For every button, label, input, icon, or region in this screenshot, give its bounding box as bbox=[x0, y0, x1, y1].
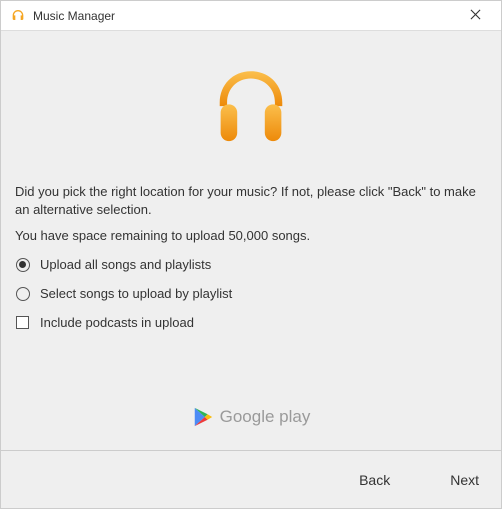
hero-image bbox=[15, 49, 487, 169]
radio-upload-all-label: Upload all songs and playlists bbox=[40, 257, 211, 272]
message-secondary: You have space remaining to upload 50,00… bbox=[15, 228, 487, 243]
radio-select-by-playlist[interactable]: Select songs to upload by playlist bbox=[15, 286, 487, 301]
headphones-icon bbox=[9, 7, 27, 25]
radio-icon bbox=[16, 258, 30, 272]
google-play-brand: Google play bbox=[15, 388, 487, 442]
next-button[interactable]: Next bbox=[450, 472, 479, 488]
radio-icon bbox=[16, 287, 30, 301]
message-primary: Did you pick the right location for your… bbox=[15, 183, 487, 218]
google-play-label: Google play bbox=[220, 407, 311, 427]
footer-bar: Back Next bbox=[1, 450, 501, 508]
upload-options: Upload all songs and playlists Select so… bbox=[15, 257, 487, 344]
close-button[interactable] bbox=[455, 2, 495, 30]
headphones-icon bbox=[205, 62, 297, 157]
google-play-logo-icon bbox=[192, 406, 214, 428]
checkbox-include-podcasts[interactable]: Include podcasts in upload bbox=[15, 315, 487, 330]
close-icon bbox=[470, 8, 481, 23]
title-bar: Music Manager bbox=[1, 1, 501, 31]
content-area: Did you pick the right location for your… bbox=[1, 31, 501, 450]
window-title: Music Manager bbox=[33, 9, 115, 23]
back-button[interactable]: Back bbox=[359, 472, 390, 488]
radio-upload-all[interactable]: Upload all songs and playlists bbox=[15, 257, 487, 272]
radio-select-by-playlist-label: Select songs to upload by playlist bbox=[40, 286, 232, 301]
checkbox-icon bbox=[16, 316, 29, 329]
checkbox-include-podcasts-label: Include podcasts in upload bbox=[40, 315, 194, 330]
